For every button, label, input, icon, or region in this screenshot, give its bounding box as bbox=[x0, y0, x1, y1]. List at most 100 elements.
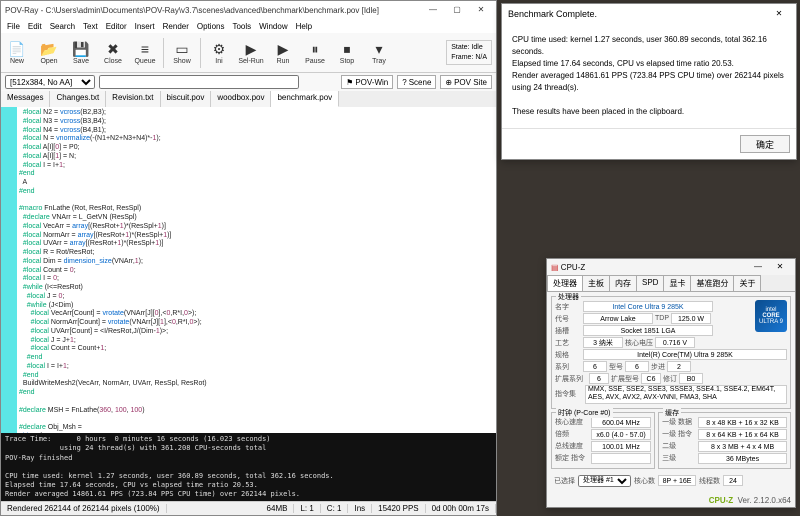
dialog-close-button[interactable]: ✕ bbox=[768, 7, 790, 21]
tool-pause[interactable]: ⏸Pause bbox=[299, 35, 331, 71]
tool-queue[interactable]: ≡Queue bbox=[129, 35, 161, 71]
tool-stop[interactable]: ⏹Stop bbox=[331, 35, 363, 71]
tool-open[interactable]: 📂Open bbox=[33, 35, 65, 71]
instructions-label: 指令集 bbox=[555, 389, 583, 399]
sb-line: L: 1 bbox=[294, 504, 320, 513]
menu-edit[interactable]: Edit bbox=[28, 22, 42, 31]
cpuz-tab-4[interactable]: 显卡 bbox=[663, 275, 691, 291]
cpuz-tab-5[interactable]: 基准跑分 bbox=[690, 275, 734, 291]
busspeed-label: 总线速度 bbox=[555, 441, 589, 451]
tool-new[interactable]: 📄New bbox=[1, 35, 33, 71]
sb-mem: 64MB bbox=[261, 504, 295, 513]
stop-icon: ⏹ bbox=[344, 40, 351, 58]
tab-benchmark-pov[interactable]: benchmark.pov bbox=[271, 91, 339, 107]
menu-render[interactable]: Render bbox=[163, 22, 189, 31]
povwin-button[interactable]: ⚑ POV-Win bbox=[341, 75, 393, 89]
dialog-titlebar[interactable]: Benchmark Complete. ✕ bbox=[502, 4, 796, 24]
tdp-value: 125.0 W bbox=[671, 313, 711, 324]
menu-file[interactable]: File bbox=[7, 22, 20, 31]
tool-label: Queue bbox=[134, 58, 155, 65]
run-icon: ▶ bbox=[278, 40, 289, 58]
pause-icon: ⏸ bbox=[312, 40, 319, 58]
state-label: State: bbox=[451, 44, 469, 51]
cpuz-cache-group: 缓存 一级 数据8 x 48 KB + 16 x 32 KB 一级 指令8 x … bbox=[658, 412, 791, 469]
menu-insert[interactable]: Insert bbox=[135, 22, 155, 31]
l1d-value: 8 x 48 KB + 16 x 32 KB bbox=[698, 417, 787, 428]
cpuz-tab-2[interactable]: 内存 bbox=[609, 275, 637, 291]
trace-output: Trace Time: 0 hours 0 minutes 16 seconds… bbox=[1, 433, 496, 501]
cpuz-titlebar[interactable]: ▤ CPU-Z — ✕ bbox=[547, 259, 795, 275]
gutter bbox=[1, 107, 17, 433]
titlebar[interactable]: POV-Ray - C:\Users\admin\Documents\POV-R… bbox=[1, 1, 496, 19]
l2-label: 二级 bbox=[662, 441, 696, 451]
extfam-value: 6 bbox=[589, 373, 609, 384]
clocks-title: 时钟 (P-Core #0) bbox=[556, 408, 613, 418]
scene-button[interactable]: ? Scene bbox=[397, 75, 436, 89]
dialog-ok-button[interactable]: 确定 bbox=[740, 135, 790, 153]
maximize-button[interactable]: ▢ bbox=[446, 3, 468, 17]
processor-select[interactable]: 处理器 #1 bbox=[578, 475, 631, 487]
close-icon: ✖ bbox=[107, 40, 119, 58]
cpuz-title-text: CPU-Z bbox=[561, 263, 585, 272]
cpuz-tab-1[interactable]: 主板 bbox=[582, 275, 610, 291]
tab-biscuit-pov[interactable]: biscuit.pov bbox=[161, 91, 212, 107]
save-icon: 💾 bbox=[72, 40, 89, 58]
render-status-box: State: Idle Frame: N/A bbox=[446, 40, 492, 64]
toolbar: 📄New📂Open💾Save✖Close≡Queue▭Show⚙Ini▶Sel-… bbox=[1, 33, 496, 73]
cpuz-window: ▤ CPU-Z — ✕ 处理器主板内存SPD显卡基准跑分关于 处理器 intel… bbox=[546, 258, 796, 508]
menu-options[interactable]: Options bbox=[197, 22, 225, 31]
menu-window[interactable]: Window bbox=[259, 22, 287, 31]
intel-logo: intelCOREULTRA 9 bbox=[755, 300, 787, 332]
tool-label: Run bbox=[277, 58, 290, 65]
cpuz-tab-3[interactable]: SPD bbox=[636, 275, 664, 291]
code-editor[interactable]: #local N2 = vcross(B2,B3); #local N3 = v… bbox=[17, 107, 496, 433]
cache-title: 缓存 bbox=[663, 408, 681, 418]
menu-search[interactable]: Search bbox=[50, 22, 75, 31]
povsite-button[interactable]: ⊕ POV Site bbox=[440, 75, 492, 89]
tool-tray[interactable]: ▾Tray bbox=[363, 35, 395, 71]
tool-run[interactable]: ▶Run bbox=[267, 35, 299, 71]
tool-show[interactable]: ▭Show bbox=[166, 35, 198, 71]
tab-messages[interactable]: Messages bbox=[1, 91, 50, 107]
instructions-value: MMX, SSE, SSE2, SSE3, SSSE3, SSE4.1, SSE… bbox=[585, 385, 787, 404]
tool-close[interactable]: ✖Close bbox=[97, 35, 129, 71]
package-value: Socket 1851 LGA bbox=[583, 325, 713, 336]
revision-label: 修订 bbox=[663, 374, 677, 384]
selection-label: 已选择 bbox=[554, 476, 575, 486]
window-title: POV-Ray - C:\Users\admin\Documents\POV-R… bbox=[5, 6, 422, 15]
spec-value: Intel(R) Core(TM) Ultra 9 285K bbox=[583, 349, 787, 360]
menu-tools[interactable]: Tools bbox=[232, 22, 251, 31]
menu-text[interactable]: Text bbox=[83, 22, 98, 31]
stepping-value: 2 bbox=[667, 361, 691, 372]
minimize-button[interactable]: — bbox=[422, 3, 444, 17]
rated-label: 额定 指令 bbox=[555, 453, 589, 463]
menu-editor[interactable]: Editor bbox=[106, 22, 127, 31]
cpuz-tab-0[interactable]: 处理器 bbox=[547, 275, 583, 291]
cmdline-input[interactable] bbox=[99, 75, 299, 89]
tool-save[interactable]: 💾Save bbox=[65, 35, 97, 71]
sb-pps: 15420 PPS bbox=[372, 504, 425, 513]
cpuz-tab-6[interactable]: 关于 bbox=[733, 275, 761, 291]
cpuz-minimize[interactable]: — bbox=[747, 260, 769, 274]
tool-sel-run[interactable]: ▶Sel-Run bbox=[235, 35, 267, 71]
sel-run-icon: ▶ bbox=[246, 40, 257, 58]
dialog-line-1: CPU time used: kernel 1.27 seconds, user… bbox=[512, 34, 786, 58]
editor-area[interactable]: #local N2 = vcross(B2,B3); #local N3 = v… bbox=[1, 107, 496, 433]
tech-value: 3 纳米 bbox=[583, 337, 623, 348]
tab-woodbox-pov[interactable]: woodbox.pov bbox=[211, 91, 271, 107]
tab-revision-txt[interactable]: Revision.txt bbox=[106, 91, 160, 107]
menu-help[interactable]: Help bbox=[296, 22, 312, 31]
dialog-body: CPU time used: kernel 1.27 seconds, user… bbox=[502, 24, 796, 128]
tool-ini[interactable]: ⚙Ini bbox=[203, 35, 235, 71]
l3-value: 36 MBytes bbox=[698, 453, 787, 464]
tool-label: Ini bbox=[215, 58, 222, 65]
cpuz-processor-group: 处理器 intelCOREULTRA 9 名字Intel Core Ultra … bbox=[551, 296, 791, 409]
dialog-title: Benchmark Complete. bbox=[508, 9, 597, 19]
close-button[interactable]: ✕ bbox=[470, 3, 492, 17]
multiplier-label: 倍频 bbox=[555, 429, 589, 439]
l1d-label: 一级 数据 bbox=[662, 417, 696, 427]
cpuz-close[interactable]: ✕ bbox=[769, 260, 791, 274]
resolution-select[interactable]: [512x384, No AA] bbox=[5, 75, 95, 89]
tool-label: New bbox=[10, 58, 24, 65]
tab-changes-txt[interactable]: Changes.txt bbox=[50, 91, 106, 107]
